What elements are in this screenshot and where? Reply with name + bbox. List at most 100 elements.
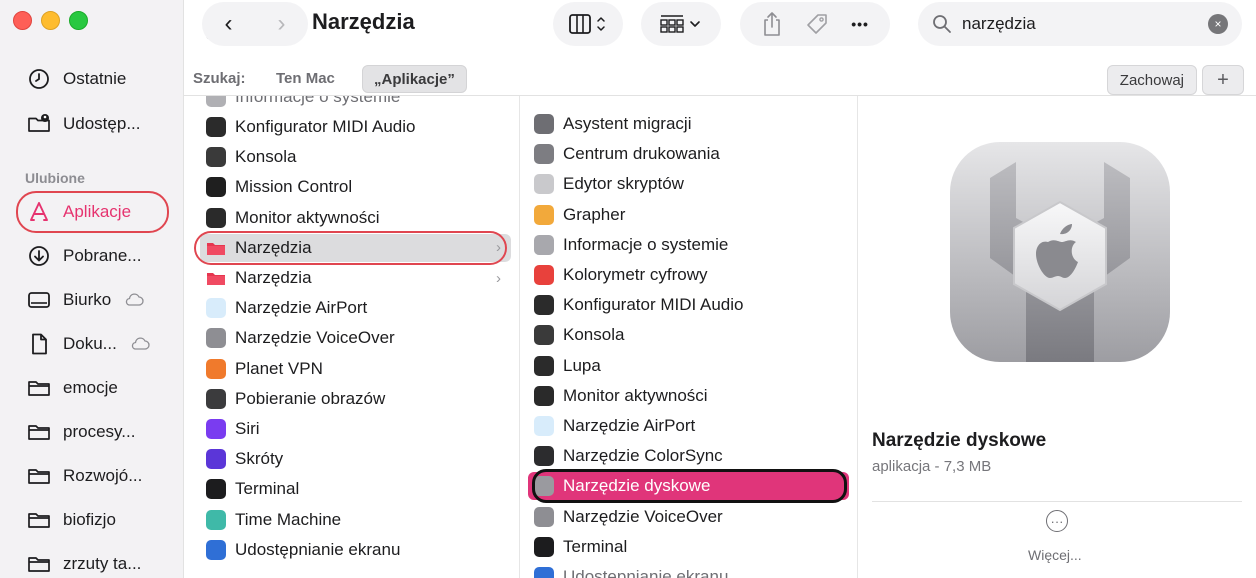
group-button[interactable]: [641, 2, 721, 46]
sidebar-item-label: Biurko: [63, 290, 112, 309]
list-item[interactable]: Time Machine: [200, 506, 511, 534]
app-icon: [206, 96, 226, 107]
list-item-label: Udostępnianie ekranu: [235, 539, 401, 559]
list-item-label: Monitor aktywności: [235, 207, 380, 227]
download-icon: [27, 244, 51, 268]
more-info-label[interactable]: Więcej...: [1028, 547, 1082, 563]
list-item-label: Narzędzie VoiceOver: [563, 506, 723, 526]
forward-button[interactable]: ›: [255, 2, 308, 46]
minimize-window-button[interactable]: [41, 11, 60, 30]
sidebar-item-desktop[interactable]: Biurko: [17, 280, 169, 320]
tag-icon[interactable]: [805, 12, 829, 36]
sidebar-item-recents[interactable]: Ostatnie: [17, 59, 169, 99]
list-item[interactable]: Edytor skryptów: [528, 170, 849, 198]
list-item-label: Siri: [235, 419, 260, 438]
list-item[interactable]: Skróty: [200, 445, 511, 473]
list-item-label: Informacje o systemie: [563, 234, 729, 254]
sidebar-item-emocje[interactable]: emocje: [17, 368, 169, 408]
list-item[interactable]: Narzędzie ColorSync: [528, 442, 849, 470]
sidebar-item-biofizjo[interactable]: biofizjo: [17, 500, 169, 540]
actions-group: •••: [740, 2, 890, 46]
share-icon[interactable]: [761, 11, 783, 37]
folder-icon: [27, 376, 51, 400]
list-item-label: Pobieranie obrazów: [235, 388, 386, 408]
list-item[interactable]: Kolorymetr cyfrowy: [528, 261, 849, 289]
list-item[interactable]: Konsola: [200, 143, 511, 171]
list-item-label: Lupa: [563, 355, 601, 375]
list-item[interactable]: Grapher: [528, 201, 849, 229]
list-item[interactable]: Narzędzia ›: [200, 264, 511, 292]
sidebar-item-procesy[interactable]: procesy...: [17, 412, 169, 452]
more-actions-button[interactable]: •••: [851, 16, 869, 32]
add-criteria-button[interactable]: +: [1202, 65, 1244, 95]
sidebar-item-rozwoj[interactable]: Rozwojó...: [17, 456, 169, 496]
list-item-label: Centrum drukowania: [563, 144, 720, 164]
search-input[interactable]: narzędzia: [962, 14, 1036, 34]
sidebar-item-downloads[interactable]: Pobrane...: [17, 236, 169, 276]
app-icon: [206, 328, 226, 349]
list-item[interactable]: Narzędzie AirPort: [528, 412, 849, 440]
app-icon: [534, 204, 554, 225]
preview-meta: aplikacja - 7,3 MB: [872, 458, 992, 475]
search-field[interactable]: narzędzia ×: [918, 2, 1242, 46]
list-item-label: Planet VPN: [235, 358, 323, 378]
list-item[interactable]: Centrum drukowania: [528, 140, 849, 168]
clock-icon: [27, 67, 51, 91]
close-window-button[interactable]: [13, 11, 32, 30]
list-item[interactable]: Terminal: [528, 533, 849, 561]
list-item[interactable]: Konfigurator MIDI Audio: [200, 113, 511, 141]
list-item-label: Grapher: [563, 204, 626, 224]
list-item[interactable]: Mission Control: [200, 173, 511, 201]
sidebar-item-shared[interactable]: Udostęp...: [17, 104, 169, 144]
list-item[interactable]: Monitor aktywności: [528, 382, 849, 410]
scope-this-mac[interactable]: Ten Mac: [276, 70, 335, 87]
preview-pane: Narzędzie dyskowe aplikacja - 7,3 MB ···…: [858, 96, 1256, 578]
list-item[interactable]: Siri: [200, 415, 511, 443]
sidebar-item-applications[interactable]: Aplikacje: [17, 192, 169, 232]
search-scope-bar: Szukaj: Ten Mac „Aplikacje” Zachowaj +: [184, 64, 1256, 96]
app-icon: [534, 234, 554, 255]
folder-icon: [27, 508, 51, 532]
sidebar-item-label: Doku...: [63, 334, 117, 353]
list-item[interactable]: Narzędzie AirPort: [200, 294, 511, 322]
list-item[interactable]: Konsola: [528, 321, 849, 349]
list-item[interactable]: Asystent migracji: [528, 110, 849, 138]
more-info-icon[interactable]: ···: [1046, 510, 1068, 532]
zoom-window-button[interactable]: [69, 11, 88, 30]
clear-search-button[interactable]: ×: [1208, 14, 1228, 34]
list-item-label: Monitor aktywności: [563, 385, 708, 405]
app-icon: [534, 325, 554, 346]
list-item-label: Narzędzie AirPort: [235, 298, 368, 318]
list-item[interactable]: Lupa: [528, 352, 849, 380]
list-item[interactable]: Pobieranie obrazów: [200, 385, 511, 413]
list-item-label: Narzędzie AirPort: [563, 416, 696, 435]
list-item[interactable]: Narzędzie VoiceOver: [528, 503, 849, 531]
app-icon: [206, 207, 226, 228]
sidebar-item-documents[interactable]: Doku...: [17, 324, 169, 364]
sidebar-item-zrzuty[interactable]: zrzuty ta...: [17, 544, 169, 578]
app-icon: [534, 355, 554, 376]
view-mode-button[interactable]: [553, 2, 623, 46]
toolbar: ation ‹ › Narzędzia: [184, 0, 1256, 56]
app-icon: [534, 446, 554, 467]
list-item[interactable]: Informacje o systemie: [528, 231, 849, 259]
back-button[interactable]: ‹: [202, 2, 255, 46]
list-item[interactable]: Terminal: [200, 475, 511, 503]
app-icon: [206, 509, 226, 530]
list-item[interactable]: Planet VPN: [200, 355, 511, 383]
scope-applications[interactable]: „Aplikacje”: [362, 65, 467, 93]
list-item[interactable]: Informacje o systemie: [200, 96, 511, 111]
column-utilities: Asystent migracji Centrum drukowania Edyto…: [520, 96, 858, 578]
list-item[interactable]: Monitor aktywności: [200, 204, 511, 232]
app-icon: [206, 358, 226, 379]
folder-icon: [206, 268, 226, 288]
save-search-button[interactable]: Zachowaj: [1106, 65, 1197, 95]
list-item[interactable]: Konfigurator MIDI Audio: [528, 291, 849, 319]
search-icon: [933, 15, 951, 33]
list-item[interactable]: Udostępnianie ekranu: [200, 536, 511, 564]
list-item[interactable]: Narzędzie VoiceOver: [200, 324, 511, 352]
list-item-label: Narzędzie VoiceOver: [235, 328, 395, 348]
list-item[interactable]: Udostępnianie ekranu: [528, 563, 849, 578]
list-item-label: Udostępnianie ekranu: [563, 567, 729, 578]
list-item-label: Narzędzia: [235, 268, 312, 287]
